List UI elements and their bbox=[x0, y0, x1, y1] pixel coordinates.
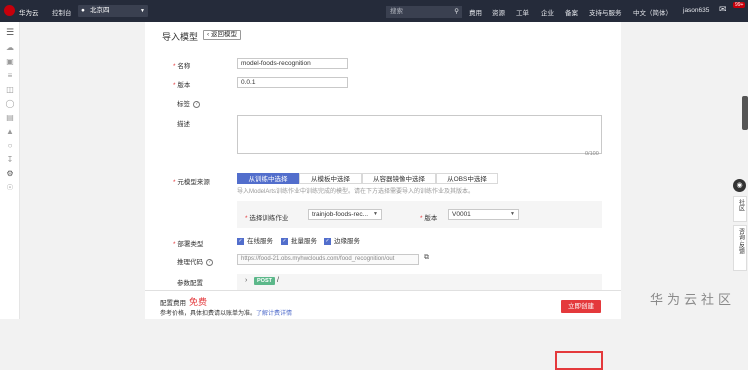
database-icon[interactable]: ◯ bbox=[5, 99, 15, 109]
nav-fees[interactable]: 费用 bbox=[469, 7, 482, 17]
post-path: / bbox=[277, 277, 279, 284]
deploy-edge-checkbox[interactable]: ✓ 边缘服务 bbox=[324, 238, 360, 246]
inference-code-label: 推理代码? bbox=[177, 256, 213, 266]
tab-from-container-image[interactable]: 从容器镜像中选择 bbox=[362, 173, 436, 184]
top-navigation-bar: 华为云 控制台 ● 北京四 ▼ 搜索 ⚲ 费用 资源 工单 企业 备案 支持与服… bbox=[0, 0, 748, 22]
meta-source-label: * 元模型来源 bbox=[173, 179, 210, 186]
scrollbar[interactable] bbox=[742, 96, 748, 130]
nav-username[interactable]: jason635 bbox=[683, 7, 709, 14]
nav-enterprise[interactable]: 企业 bbox=[541, 7, 554, 17]
left-sidebar: ☰ ☁ ▣ ≡ ◫ ◯ ▤ ▲ ○ ↧ ⚙ ☉ bbox=[0, 22, 20, 319]
community-tool[interactable]: 社区 bbox=[733, 196, 747, 222]
chevron-down-icon: ▼ bbox=[140, 8, 145, 14]
storage-icon[interactable]: ◫ bbox=[5, 85, 15, 95]
download-icon[interactable]: ↧ bbox=[5, 155, 15, 165]
price-note: 参考价格，具体扣费请以账单为准。了解计费详情 bbox=[160, 311, 293, 317]
huawei-logo-icon[interactable] bbox=[4, 5, 15, 16]
console-link[interactable]: 控制台 bbox=[52, 7, 72, 17]
pricing-details-link[interactable]: 了解计费详情 bbox=[256, 311, 292, 317]
params-config-label: 参数配置 bbox=[177, 280, 203, 287]
chevron-down-icon: ▼ bbox=[510, 211, 515, 217]
nav-language[interactable]: 中文（简体） bbox=[633, 7, 672, 17]
search-icon[interactable]: ⚲ bbox=[454, 6, 459, 18]
checkmark-icon: ✓ bbox=[324, 238, 331, 245]
help-question-icon[interactable]: ? bbox=[193, 100, 200, 108]
community-label: 社区 bbox=[737, 199, 744, 211]
tab-from-obs[interactable]: 从OBS中选择 bbox=[436, 173, 498, 184]
tags-label: 标签? bbox=[177, 98, 200, 108]
fee-row: 配置费用 免费 bbox=[160, 297, 208, 307]
fee-value: 免费 bbox=[189, 297, 208, 307]
region-selector[interactable]: ● 北京四 ▼ bbox=[78, 5, 148, 17]
assistant-icon[interactable]: ◉ bbox=[733, 179, 746, 192]
document-icon[interactable]: ▤ bbox=[5, 113, 15, 123]
name-label: * 名称 bbox=[173, 63, 191, 70]
shield-icon[interactable]: ▲ bbox=[5, 127, 15, 137]
gear-icon[interactable]: ⚙ bbox=[5, 169, 15, 179]
job-version-label: * 版本 bbox=[420, 215, 438, 222]
menu-icon[interactable]: ☰ bbox=[5, 27, 15, 37]
back-button-label: 返回模型 bbox=[210, 31, 237, 38]
name-input[interactable]: model-foods-recognition bbox=[237, 58, 348, 69]
chevron-left-icon: ‹ bbox=[207, 31, 210, 38]
job-version-value: V0001 bbox=[452, 211, 471, 218]
checkmark-icon: ✓ bbox=[237, 238, 244, 245]
help-icon[interactable]: ☉ bbox=[5, 183, 15, 193]
highlight-box bbox=[555, 351, 603, 370]
chevron-right-icon[interactable]: › bbox=[245, 277, 247, 284]
page-title: 导入模型 bbox=[162, 32, 199, 42]
training-job-value: trainjob-foods-rec... bbox=[312, 211, 368, 218]
chevron-down-icon: ▼ bbox=[373, 211, 378, 217]
notification-badge: 99+ bbox=[733, 2, 746, 8]
deploy-batch-checkbox[interactable]: ✓ 批量服务 bbox=[281, 238, 317, 246]
nav-tickets[interactable]: 工单 bbox=[516, 7, 529, 17]
training-job-label: * 选择训练作业 bbox=[245, 215, 289, 222]
footer-bar: 配置费用 免费 参考价格，具体扣费请以账单为准。了解计费详情 立即创建 bbox=[145, 290, 621, 319]
network-icon[interactable]: ≡ bbox=[5, 71, 15, 81]
region-label: 北京四 bbox=[90, 7, 110, 14]
feedback-tool[interactable]: 咨询·反馈 bbox=[733, 225, 747, 271]
search-input[interactable]: 搜索 ⚲ bbox=[386, 6, 462, 18]
deploy-type-label: * 部署类型 bbox=[173, 241, 204, 248]
create-now-button[interactable]: 立即创建 bbox=[561, 300, 601, 313]
help-question-icon[interactable]: ? bbox=[206, 258, 213, 266]
description-counter: 0/100 bbox=[585, 151, 599, 157]
monitor-icon[interactable]: ○ bbox=[5, 141, 15, 151]
description-textarea[interactable] bbox=[237, 115, 602, 154]
params-config-panel: › POST / bbox=[237, 274, 602, 290]
back-to-models-button[interactable]: ‹ 返回模型 bbox=[203, 30, 241, 40]
nav-support[interactable]: 支持与服务 bbox=[589, 7, 622, 17]
cloud-icon[interactable]: ☁ bbox=[5, 43, 15, 53]
source-hint-text: 导入ModelArts训练作业中训练完成的模型。请在下方选择需要导入的训练作业及… bbox=[237, 189, 475, 195]
nav-resources[interactable]: 资源 bbox=[492, 7, 505, 17]
tab-from-template[interactable]: 从模板中选择 bbox=[299, 173, 362, 184]
copy-icon[interactable]: ⧉ bbox=[424, 254, 429, 262]
inference-code-url[interactable]: https://food-21.obs.myhwclouds.com/food_… bbox=[237, 254, 419, 265]
description-label: 描述 bbox=[177, 121, 190, 128]
brand-name[interactable]: 华为云 bbox=[19, 7, 39, 17]
post-method-tag: POST bbox=[254, 277, 275, 285]
location-pin-icon: ● bbox=[81, 7, 85, 14]
deploy-online-checkbox[interactable]: ✓ 在线服务 bbox=[237, 238, 273, 246]
server-icon[interactable]: ▣ bbox=[5, 57, 15, 67]
watermark-text: 华为云社区 bbox=[650, 292, 736, 307]
feedback-label: 咨询·反馈 bbox=[737, 228, 744, 254]
version-input[interactable]: 0.0.1 bbox=[237, 77, 348, 88]
nav-filing[interactable]: 备案 bbox=[565, 7, 578, 17]
job-version-select[interactable]: V0001 ▼ bbox=[448, 209, 519, 220]
message-icon[interactable]: ✉ bbox=[719, 4, 727, 15]
search-placeholder: 搜索 bbox=[390, 8, 403, 15]
version-label: * 版本 bbox=[173, 82, 191, 89]
checkmark-icon: ✓ bbox=[281, 238, 288, 245]
tab-from-training[interactable]: 从训练中选择 bbox=[237, 173, 299, 184]
training-job-select[interactable]: trainjob-foods-rec... ▼ bbox=[308, 209, 382, 220]
